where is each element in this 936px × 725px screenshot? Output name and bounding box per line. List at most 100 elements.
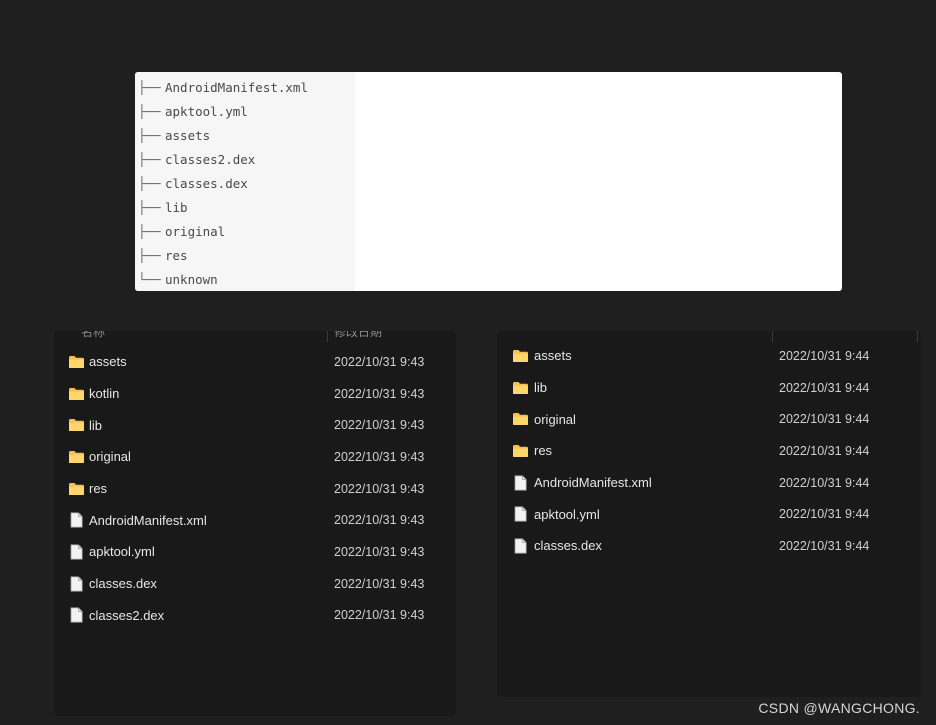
file-name: lib: [534, 380, 548, 396]
file-row-res[interactable]: res 2022/10/31 9:43: [54, 473, 456, 505]
file-name: res: [89, 481, 108, 497]
tree-entry-name: classes2.dex: [165, 151, 256, 167]
file-row-androidmanifest-xml[interactable]: AndroidManifest.xml 2022/10/31 9:43: [54, 504, 456, 536]
tree-branch-glyph: ├──: [138, 127, 161, 143]
tree-entry-name: classes.dex: [165, 175, 248, 191]
file-modified-date: 2022/10/31 9:44: [779, 443, 870, 458]
tree-branch-glyph: ├──: [138, 151, 161, 167]
file-icon: [512, 538, 529, 554]
file-row-assets[interactable]: assets 2022/10/31 9:44: [497, 340, 921, 372]
tree-entry-name: apktool.yml: [165, 103, 248, 119]
screenshot-canvas: ├── AndroidManifest.xml ├── apktool.yml ├── a…: [0, 0, 936, 725]
file-row-classes2-dex[interactable]: classes2.dex 2022/10/31 9:43: [54, 600, 456, 632]
file-row-kotlin[interactable]: kotlin 2022/10/31 9:43: [54, 378, 456, 410]
file-name: classes.dex: [534, 538, 602, 554]
folder-icon: [68, 418, 85, 433]
file-modified-date: 2022/10/31 9:44: [779, 507, 870, 522]
file-row-assets[interactable]: assets 2022/10/31 9:43: [54, 346, 456, 378]
file-name: AndroidManifest.xml: [534, 475, 652, 491]
file-name: assets: [534, 348, 572, 364]
file-icon: [68, 576, 85, 592]
file-modified-date: 2022/10/31 9:43: [334, 418, 425, 433]
tree-entry: ├── AndroidManifest.xml: [135, 75, 355, 99]
file-modified-date: 2022/10/31 9:43: [334, 608, 425, 623]
column-divider[interactable]: [327, 331, 328, 342]
tree-entry: ├── apktool.yml: [135, 99, 355, 123]
tree-entry: ├── classes.dex: [135, 171, 355, 195]
file-icon: [512, 474, 529, 491]
folder-icon: [512, 348, 529, 363]
file-name: apktool.yml: [89, 544, 155, 560]
folder-icon: [68, 481, 85, 496]
tree-entry: ├── classes2.dex: [135, 147, 355, 171]
file-row-androidmanifest-xml[interactable]: AndroidManifest.xml 2022/10/31 9:44: [497, 467, 921, 499]
right-file-list: assets 2022/10/31 9:44 lib 2022/10/31 9:44 o…: [497, 340, 921, 562]
file-row-original[interactable]: original 2022/10/31 9:43: [54, 441, 456, 473]
tree-entry-name: AndroidManifest.xml: [165, 79, 308, 95]
tree-entry-name: assets: [165, 127, 211, 143]
file-modified-date: 2022/10/31 9:43: [334, 354, 425, 369]
tree-entry-name: original: [165, 223, 226, 239]
file-modified-date: 2022/10/31 9:43: [334, 449, 425, 464]
tree-branch-glyph: ├──: [138, 199, 161, 215]
directory-tree-card: ├── AndroidManifest.xml ├── apktool.yml ├── a…: [135, 72, 842, 291]
file-row-classes-dex[interactable]: classes.dex 2022/10/31 9:44: [497, 530, 921, 562]
file-name: original: [534, 411, 576, 427]
file-row-res[interactable]: res 2022/10/31 9:44: [497, 435, 921, 467]
file-row-lib[interactable]: lib 2022/10/31 9:44: [497, 372, 921, 404]
tree-entry: ├── res: [135, 243, 355, 267]
file-row-lib[interactable]: lib 2022/10/31 9:43: [54, 409, 456, 441]
tree-entry-name: res: [165, 247, 188, 263]
file-icon: [512, 506, 529, 522]
file-name: AndroidManifest.xml: [89, 512, 207, 528]
file-modified-date: 2022/10/31 9:44: [779, 475, 870, 490]
file-name: lib: [89, 417, 103, 433]
file-modified-date: 2022/10/31 9:43: [334, 513, 425, 528]
file-modified-date: 2022/10/31 9:43: [334, 544, 425, 559]
file-name: kotlin: [89, 386, 120, 402]
folder-icon: [68, 386, 85, 401]
file-name: assets: [89, 354, 127, 370]
tree-branch-glyph: ├──: [138, 103, 161, 119]
file-name: classes2.dex: [89, 607, 165, 623]
file-name: res: [534, 443, 553, 459]
tree-entry: ├── lib: [135, 195, 355, 219]
file-row-original[interactable]: original 2022/10/31 9:44: [497, 403, 921, 435]
tree-branch-glyph: ├──: [138, 175, 161, 191]
tree-entry: ├── original: [135, 219, 355, 243]
tree-entry-name: unknown: [165, 271, 218, 287]
file-icon: [68, 512, 85, 528]
tree-branch-glyph: ├──: [138, 79, 161, 95]
tree-entry: └── unknown: [135, 267, 355, 291]
tree-entry: ├── assets: [135, 123, 355, 147]
file-modified-date: 2022/10/31 9:44: [779, 412, 870, 427]
tree-entry-name: lib: [165, 199, 188, 215]
left-file-explorer: 名称 修改日期 assets 2022/10/31 9:43 kotlin 2022/…: [54, 331, 456, 716]
folder-icon: [68, 354, 85, 369]
folder-icon: [512, 443, 529, 458]
file-row-classes-dex[interactable]: classes.dex 2022/10/31 9:43: [54, 568, 456, 600]
tree-branch-glyph: ├──: [138, 223, 161, 239]
file-name: original: [89, 449, 131, 465]
column-header-name[interactable]: 名称: [81, 331, 141, 341]
file-icon: [68, 544, 85, 560]
column-header-modified[interactable]: 修改日期: [334, 331, 414, 341]
folder-icon: [68, 449, 85, 464]
folder-icon: [512, 412, 529, 427]
tree-branch-glyph: ├──: [138, 247, 161, 263]
file-modified-date: 2022/10/31 9:44: [779, 538, 870, 553]
watermark-text: CSDN @WANGCHONG.: [758, 700, 920, 716]
right-file-explorer: assets 2022/10/31 9:44 lib 2022/10/31 9:44 o…: [497, 331, 921, 697]
file-name: apktool.yml: [534, 506, 600, 522]
file-modified-date: 2022/10/31 9:44: [779, 348, 870, 363]
file-modified-date: 2022/10/31 9:43: [334, 481, 425, 496]
file-icon: [68, 607, 85, 623]
folder-icon: [512, 380, 529, 395]
file-row-apktool-yml[interactable]: apktool.yml 2022/10/31 9:44: [497, 498, 921, 530]
file-modified-date: 2022/10/31 9:44: [779, 380, 870, 395]
file-modified-date: 2022/10/31 9:43: [334, 576, 425, 591]
file-name: classes.dex: [89, 576, 157, 592]
file-row-apktool-yml[interactable]: apktool.yml 2022/10/31 9:43: [54, 536, 456, 568]
file-modified-date: 2022/10/31 9:43: [334, 386, 425, 401]
left-file-list: assets 2022/10/31 9:43 kotlin 2022/10/31 9:…: [54, 346, 456, 631]
